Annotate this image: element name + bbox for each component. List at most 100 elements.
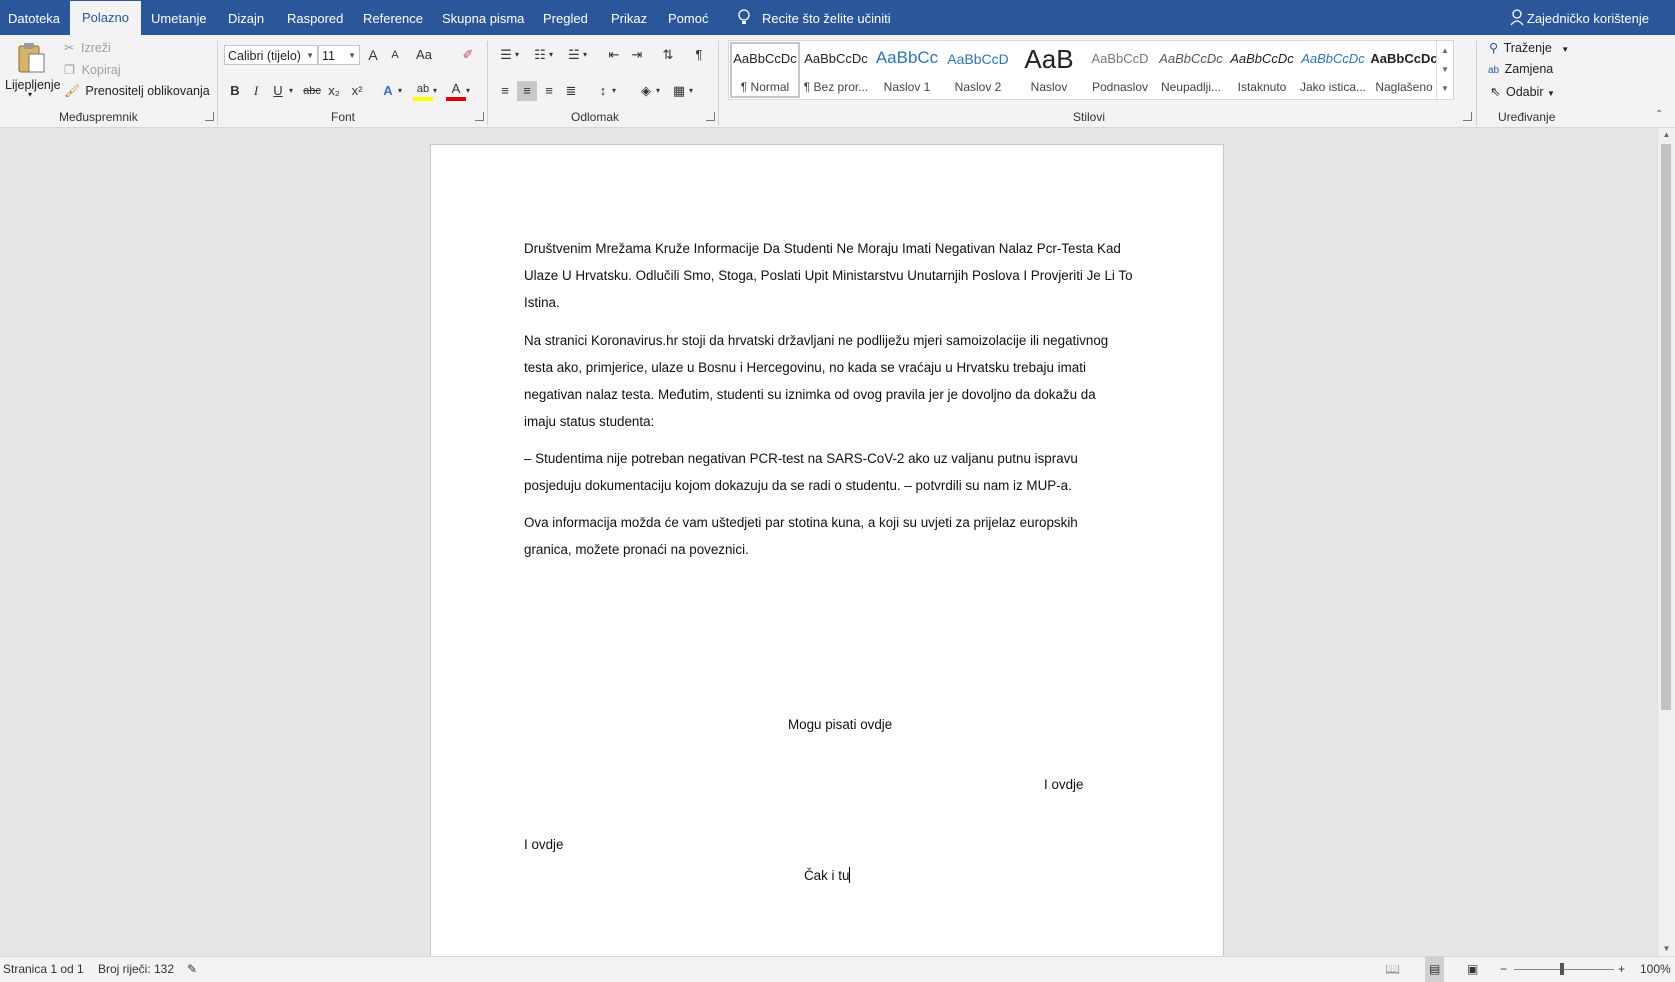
- free-text-cursor-line[interactable]: Čak i tu: [804, 867, 851, 883]
- vertical-scrollbar[interactable]: ▲ ▼: [1657, 128, 1675, 956]
- tab-skupna-pisma[interactable]: Skupna pisma: [442, 0, 524, 35]
- style-emphasis[interactable]: AaBbCcDc Istaknuto: [1227, 42, 1297, 98]
- bold-button[interactable]: B: [225, 81, 245, 101]
- tab-dizajn[interactable]: Dizajn: [228, 0, 264, 35]
- paintbrush-icon: 🖌: [64, 84, 80, 98]
- tell-me-search[interactable]: Recite što želite učiniti: [736, 0, 891, 35]
- tab-pomoc[interactable]: Pomoć: [668, 0, 708, 35]
- decrease-indent-icon[interactable]: ⇤: [604, 45, 624, 65]
- tab-polazno[interactable]: Polazno: [70, 1, 141, 35]
- font-dialog-launcher-icon[interactable]: [475, 112, 484, 121]
- read-mode-icon[interactable]: 📖: [1385, 957, 1400, 982]
- chevron-down-icon[interactable]: ▾: [512, 45, 522, 65]
- chevron-down-icon[interactable]: ▼: [1437, 60, 1453, 79]
- print-layout-icon[interactable]: ▤: [1425, 957, 1445, 982]
- document-page[interactable]: Društvenim Mrežama Kruže Informacije Da …: [430, 144, 1224, 956]
- change-case-icon[interactable]: Aa: [414, 45, 434, 65]
- zoom-in-icon[interactable]: +: [1618, 957, 1625, 982]
- text-line: Društvenim Mrežama Kruže Informacije Da …: [524, 241, 1121, 256]
- tab-raspored[interactable]: Raspored: [287, 0, 343, 35]
- find-button[interactable]: ⚲ Traženje ▼: [1489, 40, 1569, 55]
- zoom-out-icon[interactable]: −: [1500, 957, 1507, 982]
- chevron-down-icon[interactable]: ▾: [395, 81, 405, 101]
- style-name: ¶ Normal: [740, 80, 790, 94]
- paragraph[interactable]: – Studentima nije potreban negativan PCR…: [524, 445, 1134, 499]
- web-layout-icon[interactable]: ▣: [1467, 957, 1478, 982]
- chevron-down-icon[interactable]: ▾: [286, 81, 296, 101]
- style-heading-2[interactable]: AaBbCcD Naslov 2: [943, 42, 1013, 98]
- tab-prikaz[interactable]: Prikaz: [611, 0, 647, 35]
- share-button[interactable]: Zajedničko korištenje: [1510, 0, 1649, 35]
- style-normal[interactable]: AaBbCcDc ¶ Normal: [730, 42, 800, 98]
- paragraph-dialog-launcher-icon[interactable]: [706, 112, 715, 121]
- chevron-up-icon[interactable]: ▲: [1437, 41, 1453, 60]
- select-button[interactable]: ⇖ Odabir ▼: [1490, 84, 1555, 99]
- style-no-spacing[interactable]: AaBbCcDc ¶ Bez pror...: [801, 42, 871, 98]
- chevron-down-icon[interactable]: ▾: [430, 81, 440, 101]
- chevron-down-icon[interactable]: ▾: [463, 81, 473, 101]
- free-text-right[interactable]: I ovdje: [1044, 777, 1083, 792]
- justify-icon[interactable]: ≣: [561, 81, 581, 101]
- collapse-ribbon-icon[interactable]: ⌃: [1655, 109, 1663, 120]
- scrollbar-thumb[interactable]: [1661, 144, 1671, 710]
- font-size-dropdown[interactable]: 11 ▼: [318, 45, 360, 65]
- style-heading-1[interactable]: AaBbCc Naslov 1: [872, 42, 942, 98]
- word-count[interactable]: Broj riječi: 132: [98, 957, 174, 982]
- style-strong[interactable]: AaBbCcDc Naglašeno: [1369, 42, 1439, 98]
- shrink-font-icon[interactable]: A: [385, 45, 405, 65]
- underline-button[interactable]: U: [268, 81, 288, 101]
- strikethrough-button[interactable]: abc: [302, 81, 322, 101]
- superscript-button[interactable]: x²: [347, 81, 367, 101]
- text-line: testa ako, primjerice, ulaze u Bosnu i H…: [524, 360, 1086, 375]
- free-text-center[interactable]: Mogu pisati ovdje: [788, 717, 892, 732]
- page-count[interactable]: Stranica 1 od 1: [3, 957, 84, 982]
- chevron-up-icon[interactable]: ▲: [1658, 128, 1675, 142]
- search-icon: ⚲: [1489, 41, 1499, 55]
- style-subtitle[interactable]: AaBbCcD Podnaslov: [1085, 42, 1155, 98]
- zoom-slider[interactable]: [1514, 969, 1614, 970]
- style-subtle-emphasis[interactable]: AaBbCcDc Neupadlji...: [1156, 42, 1226, 98]
- show-formatting-marks-icon[interactable]: ¶: [689, 45, 709, 65]
- style-title[interactable]: AaB Naslov: [1014, 42, 1084, 98]
- chevron-down-icon[interactable]: ▾: [580, 45, 590, 65]
- subscript-button[interactable]: x₂: [324, 81, 344, 101]
- paragraph[interactable]: Ova informacija možda će vam uštedjeti p…: [524, 509, 1134, 563]
- clear-formatting-icon[interactable]: ✐: [458, 45, 478, 65]
- tab-datoteka[interactable]: Datoteka: [8, 0, 60, 35]
- align-left-icon[interactable]: ≡: [495, 81, 515, 101]
- replace-button[interactable]: ab Zamjena: [1488, 62, 1553, 76]
- free-text-left[interactable]: I ovdje: [524, 837, 563, 852]
- chevron-down-icon[interactable]: ▾: [653, 81, 663, 101]
- sort-icon[interactable]: ⇅: [658, 45, 678, 65]
- tab-pregled[interactable]: Pregled: [543, 0, 588, 35]
- text-line: granica, možete pronaći na poveznici.: [524, 542, 749, 557]
- more-icon[interactable]: ▼: [1437, 79, 1453, 98]
- style-name: Naslov 2: [954, 80, 1002, 94]
- align-center-icon[interactable]: ≡: [517, 81, 537, 101]
- increase-indent-icon[interactable]: ⇥: [627, 45, 647, 65]
- chevron-down-icon[interactable]: ▾: [546, 45, 556, 65]
- group-separator: [217, 41, 218, 125]
- scissors-icon: ✂: [64, 41, 75, 55]
- chevron-down-icon[interactable]: ▼: [1658, 942, 1675, 956]
- italic-button[interactable]: I: [246, 81, 266, 101]
- grow-font-icon[interactable]: A: [363, 45, 383, 65]
- cut-button[interactable]: ✂ Izreži: [64, 40, 111, 55]
- proofing-icon[interactable]: ✎: [187, 957, 197, 982]
- style-intense-emphasis[interactable]: AaBbCcDc Jako istica...: [1298, 42, 1368, 98]
- paragraph[interactable]: Društvenim Mrežama Kruže Informacije Da …: [524, 235, 1134, 316]
- styles-dialog-launcher-icon[interactable]: [1463, 112, 1472, 121]
- zoom-level[interactable]: 100%: [1640, 957, 1671, 982]
- tab-reference[interactable]: Reference: [363, 0, 423, 35]
- paste-button[interactable]: Lijepljenje ▾: [4, 40, 61, 102]
- chevron-down-icon[interactable]: ▾: [609, 81, 619, 101]
- paragraph[interactable]: Na stranici Koronavirus.hr stoji da hrva…: [524, 327, 1134, 435]
- zoom-slider-thumb[interactable]: [1560, 963, 1564, 975]
- copy-button[interactable]: ❐ Kopiraj: [64, 62, 121, 77]
- align-right-icon[interactable]: ≡: [539, 81, 559, 101]
- chevron-down-icon[interactable]: ▾: [686, 81, 696, 101]
- format-painter-button[interactable]: 🖌 Prenositelj oblikovanja: [64, 84, 210, 99]
- tab-umetanje[interactable]: Umetanje: [151, 0, 207, 35]
- clipboard-dialog-launcher-icon[interactable]: [205, 112, 214, 121]
- font-name-dropdown[interactable]: Calibri (tijelo) ▼: [224, 45, 318, 65]
